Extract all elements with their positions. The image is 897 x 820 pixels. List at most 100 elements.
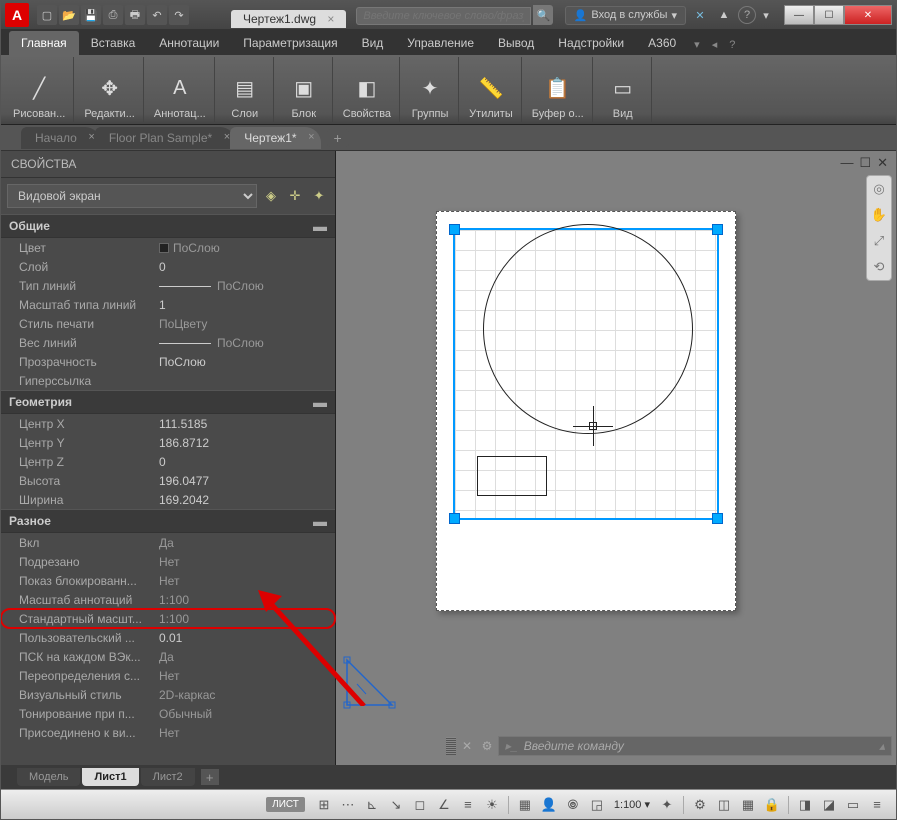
grip-bottom-right[interactable]: [712, 513, 723, 524]
prop-value[interactable]: Да: [159, 650, 335, 664]
doc-tab-1[interactable]: Floor Plan Sample*×: [95, 127, 236, 149]
search-input[interactable]: [356, 7, 531, 25]
cmdline-custom-icon[interactable]: ⚙: [478, 737, 496, 755]
viewport-maximize-icon[interactable]: ☐: [859, 155, 871, 171]
panel-draw[interactable]: ╱Рисован...: [5, 57, 74, 122]
prop-row-2-3[interactable]: Масштаб аннотаций1:100: [1, 590, 335, 609]
prop-value[interactable]: 169.2042: [159, 493, 335, 507]
sb-osnap-icon[interactable]: ◻: [409, 794, 431, 816]
doc-close-icon[interactable]: ×: [327, 12, 334, 26]
prop-value[interactable]: Обычный: [159, 707, 335, 721]
doc-tab-add[interactable]: +: [327, 129, 349, 147]
help-icon[interactable]: ?: [738, 6, 756, 24]
ribbon-tab-8[interactable]: A360: [636, 31, 688, 55]
prop-value[interactable]: ПоСлою: [159, 241, 335, 255]
sb-ws-icon[interactable]: ⚙: [689, 794, 711, 816]
sb-snap-icon[interactable]: ⋯: [337, 794, 359, 816]
quick-select-icon[interactable]: ✦: [309, 186, 329, 206]
drawing-canvas[interactable]: — ☐ ✕ ◎ ✋ ⤢ ⟲: [336, 151, 896, 765]
grip-top-left[interactable]: [449, 224, 460, 235]
doc-tab-2[interactable]: Чертеж1*×: [230, 127, 320, 149]
prop-row-2-9[interactable]: Тонирование при п...Обычный: [1, 704, 335, 723]
prop-value[interactable]: 196.0477: [159, 474, 335, 488]
collapse-icon[interactable]: ▬: [313, 513, 327, 529]
sb-annoscale-icon[interactable]: 🞋: [562, 794, 584, 816]
prop-row-2-5[interactable]: Пользовательский ...0.01: [1, 628, 335, 647]
viewport[interactable]: [453, 228, 719, 520]
panel-clipboard[interactable]: 📋Буфер о...: [524, 57, 593, 122]
panel-properties[interactable]: ◧Свойства: [335, 57, 400, 122]
layout-tab-add[interactable]: +: [201, 769, 219, 785]
sb-hwacc-icon[interactable]: ◪: [818, 794, 840, 816]
prop-row-2-10[interactable]: Присоединено к ви...Нет: [1, 723, 335, 742]
ribbon-tab-2[interactable]: Аннотации: [147, 31, 231, 55]
ribbon-extra-2[interactable]: ?: [723, 35, 741, 55]
sb-selcycle-icon[interactable]: ▦: [514, 794, 536, 816]
qat-redo[interactable]: ↷: [169, 5, 189, 25]
panel-annotate[interactable]: AАннотац...: [146, 57, 215, 122]
prop-value[interactable]: 0: [159, 455, 335, 469]
panel-utilities[interactable]: 📏Утилиты: [461, 57, 522, 122]
panel-layers[interactable]: ▤Слои: [217, 57, 274, 122]
toggle-pim-icon[interactable]: ◈: [261, 186, 281, 206]
prop-value[interactable]: ПоЦвету: [159, 317, 335, 331]
sb-scale[interactable]: 1:100 ▾: [610, 798, 654, 811]
ribbon-extra-1[interactable]: ◂: [706, 34, 724, 55]
prop-value[interactable]: Нет: [159, 669, 335, 683]
prop-row-0-3[interactable]: Масштаб типа линий1: [1, 295, 335, 314]
prop-row-2-1[interactable]: ПодрезаноНет: [1, 552, 335, 571]
ribbon-tab-5[interactable]: Управление: [395, 31, 486, 55]
select-objects-icon[interactable]: ✛: [285, 186, 305, 206]
doc-tab-close-0[interactable]: ×: [88, 131, 94, 143]
prop-row-2-2[interactable]: Показ блокированн...Нет: [1, 571, 335, 590]
nav-zoom-icon[interactable]: ⤢: [869, 231, 889, 251]
prop-row-1-3[interactable]: Высота196.0477: [1, 471, 335, 490]
prop-row-0-4[interactable]: Стиль печатиПоЦвету: [1, 314, 335, 333]
nav-pan-icon[interactable]: ✋: [869, 205, 889, 225]
ribbon-tab-6[interactable]: Вывод: [486, 31, 546, 55]
sb-lineweight-icon[interactable]: ≡: [457, 794, 479, 816]
prop-value[interactable]: 2D-каркас: [159, 688, 335, 702]
prop-value[interactable]: 1:100: [159, 612, 335, 626]
prop-value[interactable]: 111.5185: [159, 417, 335, 431]
prop-value[interactable]: Нет: [159, 555, 335, 569]
prop-value[interactable]: 186.8712: [159, 436, 335, 450]
prop-value[interactable]: Нет: [159, 726, 335, 740]
viewport-minimize-icon[interactable]: —: [840, 155, 853, 171]
sb-annomon-icon[interactable]: 👤: [538, 794, 560, 816]
prop-value[interactable]: ПоСлою: [159, 355, 335, 369]
doc-tab-close-2[interactable]: ×: [308, 131, 314, 143]
prop-row-0-5[interactable]: Вес линийПоСлою: [1, 333, 335, 352]
qat-open[interactable]: 📂: [59, 5, 79, 25]
viewport-close-icon[interactable]: ✕: [877, 155, 888, 171]
section-header-0[interactable]: Общие▬: [1, 214, 335, 238]
ribbon-tab-0[interactable]: Главная: [9, 31, 79, 55]
prop-row-1-0[interactable]: Центр X111.5185: [1, 414, 335, 433]
prop-row-1-4[interactable]: Ширина169.2042: [1, 490, 335, 509]
doc-tab-0[interactable]: Начало×: [21, 127, 101, 149]
window-maximize[interactable]: ☐: [814, 5, 844, 25]
space-mode-label[interactable]: ЛИСТ: [266, 797, 305, 812]
sb-constraint-icon[interactable]: ⊾: [361, 794, 383, 816]
panel-block[interactable]: ▣Блок: [276, 57, 333, 122]
prop-value[interactable]: 1: [159, 298, 335, 312]
login-button[interactable]: 👤 Вход в службы ▾: [565, 6, 686, 25]
prop-value[interactable]: 1:100: [159, 593, 335, 607]
section-header-2[interactable]: Разное▬: [1, 509, 335, 533]
sb-annosync-icon[interactable]: ✦: [656, 794, 678, 816]
search-submit[interactable]: 🔍: [533, 5, 553, 25]
collapse-icon[interactable]: ▬: [313, 394, 327, 410]
layout-tab-2[interactable]: Лист2: [141, 768, 195, 786]
grip-bottom-left[interactable]: [449, 513, 460, 524]
sb-units-icon[interactable]: ◫: [713, 794, 735, 816]
ribbon-tab-4[interactable]: Вид: [350, 31, 396, 55]
ribbon-tab-3[interactable]: Параметризация: [231, 31, 349, 55]
qat-print[interactable]: 🖶: [125, 5, 145, 25]
prop-value[interactable]: 0.01: [159, 631, 335, 645]
panel-edit[interactable]: ✥Редакти...: [76, 57, 144, 122]
prop-row-2-8[interactable]: Визуальный стиль2D-каркас: [1, 685, 335, 704]
command-input[interactable]: ▸_ Введите команду ▴: [498, 736, 892, 756]
sb-polar-icon[interactable]: ↘: [385, 794, 407, 816]
prop-value[interactable]: Да: [159, 536, 335, 550]
qat-saveas[interactable]: ⎙: [103, 5, 123, 25]
